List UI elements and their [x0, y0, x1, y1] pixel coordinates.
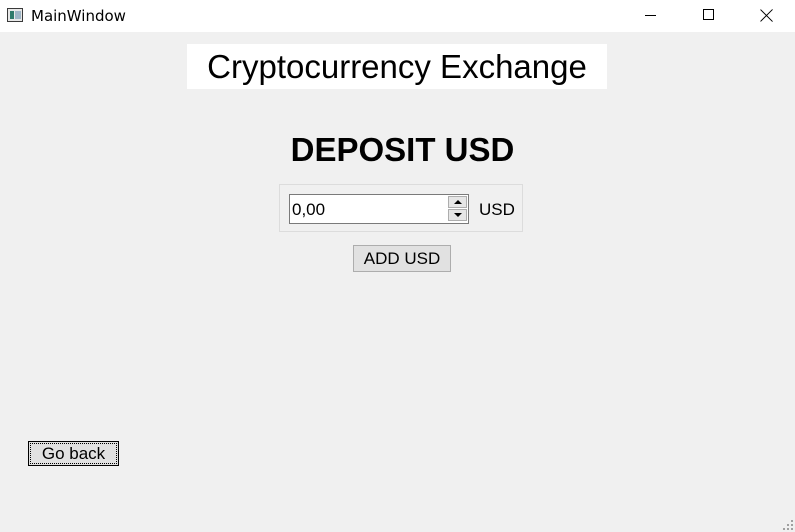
title-bar: MainWindow: [0, 0, 795, 32]
spin-down-arrow-icon[interactable]: [448, 209, 467, 221]
maximize-button[interactable]: [679, 0, 737, 32]
amount-spinbox[interactable]: 0,00: [289, 194, 469, 224]
spin-up-arrow-icon[interactable]: [448, 196, 467, 208]
app-header: Cryptocurrency Exchange: [187, 44, 607, 89]
maximize-icon: [703, 9, 714, 20]
close-button[interactable]: [737, 0, 795, 32]
window-title: MainWindow: [31, 7, 126, 25]
resize-grip-icon[interactable]: [783, 520, 793, 530]
go-back-button[interactable]: Go back: [28, 441, 119, 466]
currency-label: USD: [479, 200, 515, 219]
minimize-icon: [645, 15, 656, 16]
app-title: Cryptocurrency Exchange: [207, 47, 587, 85]
go-back-label: Go back: [41, 443, 106, 463]
deposit-group: 0,00 USD: [279, 184, 523, 232]
minimize-button[interactable]: [621, 0, 679, 32]
amount-value[interactable]: 0,00: [292, 200, 325, 220]
spin-buttons: [448, 196, 467, 222]
add-usd-button[interactable]: ADD USD: [353, 245, 451, 272]
app-window-icon: [7, 8, 23, 22]
close-icon: [760, 6, 774, 24]
page-title: DEPOSIT USD: [290, 131, 515, 168]
